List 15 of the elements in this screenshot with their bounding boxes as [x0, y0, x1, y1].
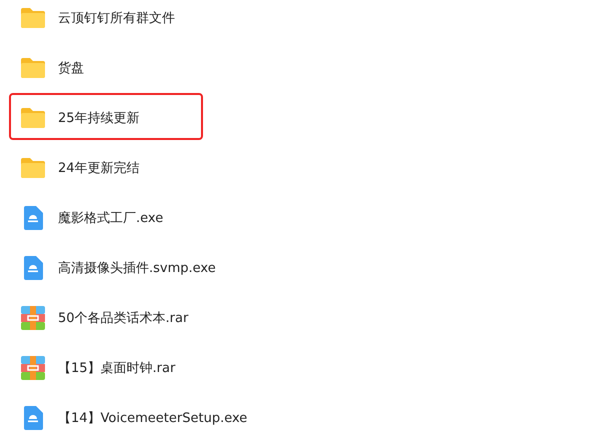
file-name[interactable]: 云顶钉钉所有群文件 [58, 9, 175, 27]
archive-icon [20, 306, 46, 330]
file-name[interactable]: 货盘 [58, 59, 84, 77]
file-name[interactable]: 魔影格式工厂.exe [58, 209, 164, 227]
file-name[interactable]: 【14】VoicemeeterSetup.exe [58, 409, 248, 427]
folder-icon [20, 7, 46, 29]
folder-icon [20, 107, 46, 129]
file-name[interactable]: 【15】桌面时钟.rar [58, 359, 176, 377]
file-name[interactable]: 50个各品类话术本.rar [58, 309, 188, 327]
file-name[interactable]: 高清摄像头插件.svmp.exe [58, 259, 216, 277]
archive-icon [20, 356, 46, 380]
file-name[interactable]: 24年更新完结 [58, 159, 140, 177]
folder-icon [20, 57, 46, 79]
file-name[interactable]: 25年持续更新 [58, 109, 140, 127]
folder-icon [20, 157, 46, 179]
